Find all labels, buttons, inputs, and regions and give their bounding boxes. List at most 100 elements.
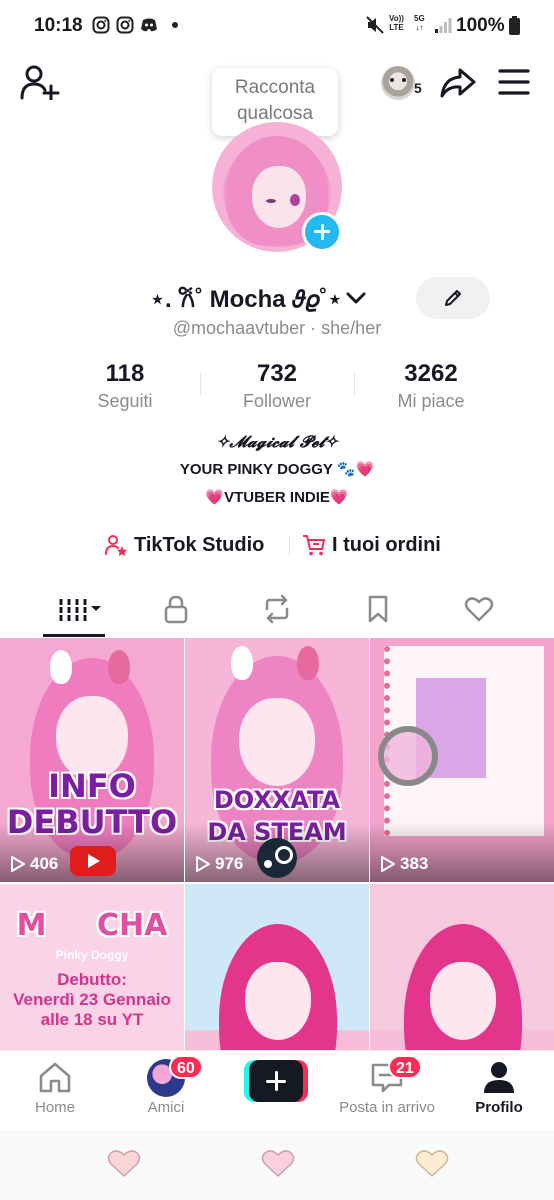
heart-icon[interactable] (414, 1147, 450, 1179)
play-icon (11, 856, 25, 872)
profile-viewers-count: 5 (414, 80, 422, 96)
username-handle: @mochaavtuber (172, 318, 306, 338)
lock-icon (164, 595, 188, 624)
display-name: ⋆. 𐙚˚ Mocha 𝜗𝜚˚⋆ (150, 285, 343, 313)
steam-icon (257, 838, 297, 878)
video-subtitle: Pinky Doggy (55, 948, 129, 962)
video-thumbnail[interactable]: M CHA Pinky Doggy Debutto: Venerdì 23 Ge… (0, 884, 184, 1050)
youtube-icon (70, 846, 116, 876)
discord-icon (141, 18, 157, 32)
nav-profile-label: Profilo (475, 1099, 523, 1116)
character-face (245, 962, 311, 1040)
avatar-eye (290, 194, 300, 206)
character-ear (297, 646, 319, 680)
heart-icon[interactable] (106, 1147, 142, 1179)
video-thumbnail[interactable]: DOXXATADA STEAM 976 (185, 638, 369, 882)
tab-private[interactable] (143, 584, 207, 636)
nav-profile[interactable]: Profilo (454, 1059, 544, 1116)
system-navigation-bar (0, 1130, 554, 1200)
heart-icon[interactable] (260, 1147, 296, 1179)
story-prompt-line1: Racconta (234, 77, 316, 98)
profile-icon (484, 1062, 514, 1093)
stat-divider (354, 373, 355, 395)
thumbnail-art (370, 884, 554, 1050)
plus-icon (249, 1060, 303, 1102)
profile-stats: 118 Seguiti 732 Follower 3262 Mi piace (50, 359, 510, 415)
character-ear (231, 646, 253, 680)
create-button[interactable] (244, 1060, 308, 1102)
stat-likes[interactable]: 3262 Mi piace (356, 359, 506, 413)
links-divider (289, 536, 290, 556)
avatar-eye-wink (266, 199, 276, 203)
stat-followers[interactable]: 732 Follower (202, 359, 352, 413)
bio-line-3: 💗VTUBER INDIE💗 (205, 489, 349, 506)
view-count: 406 (8, 854, 58, 874)
character-face (239, 698, 315, 786)
bio-line-1: ✧𝓜𝓪𝓰𝓲𝓬𝓪𝓵 𝓟𝓮𝓽✧ (215, 432, 338, 451)
character-face (430, 962, 496, 1040)
stat-followers-value: 732 (256, 360, 298, 387)
tiktok-studio-label: TikTok Studio (134, 533, 265, 556)
orders-link[interactable]: I tuoi ordini (302, 530, 441, 560)
profile-bio: ✧𝓜𝓪𝓰𝓲𝓬𝓪𝓵 𝓟𝓮𝓽✧ YOUR PINKY DOGGY 🐾💗 💗VTUBE… (0, 428, 554, 512)
edit-profile-button[interactable] (416, 277, 490, 319)
stat-following-value: 118 (105, 360, 145, 387)
share-icon[interactable] (440, 64, 476, 100)
tab-favorites[interactable] (345, 584, 409, 636)
stat-following-label: Seguiti (97, 391, 153, 411)
tab-videos[interactable] (42, 584, 108, 636)
nav-inbox[interactable]: Posta in arrivo 21 (332, 1055, 442, 1116)
grid-videos-icon (59, 599, 101, 621)
menu-icon[interactable] (497, 66, 531, 98)
network-volte: Vo)) LTE (389, 14, 404, 32)
profile-tabs (0, 584, 554, 638)
signal-icon (435, 18, 452, 33)
play-icon (381, 856, 395, 872)
view-count: 976 (193, 854, 243, 874)
nav-home-label: Home (34, 1099, 75, 1116)
display-name-row[interactable]: ⋆. 𐙚˚ Mocha 𝜗𝜚˚⋆ (150, 280, 366, 316)
add-story-plus-button[interactable] (302, 212, 342, 252)
profile-viewers-avatar[interactable] (381, 66, 415, 100)
video-thumbnail[interactable]: INFODEBUTTO 406 (0, 638, 184, 882)
instagram-icon (116, 16, 134, 34)
character-ear (108, 650, 130, 684)
stat-following[interactable]: 118 Seguiti (50, 359, 200, 413)
nav-home[interactable]: Home (10, 1059, 100, 1116)
video-thumbnail[interactable]: 383 (370, 638, 554, 882)
thumbnail-art (185, 884, 369, 1050)
cart-icon (303, 535, 325, 556)
creator-studio-icon (105, 535, 127, 556)
pencil-icon (445, 290, 461, 306)
video-thumbnail[interactable] (370, 884, 554, 1050)
pronouns: she/her (321, 318, 382, 338)
tab-liked[interactable] (446, 584, 510, 636)
video-debut-info: Debutto: Venerdì 23 Gennaio alle 18 su Y… (13, 970, 171, 1029)
stat-followers-label: Follower (242, 391, 312, 411)
nav-friends-label: Amici (147, 1099, 185, 1116)
profile-links: TikTok Studio I tuoi ordini (0, 530, 554, 560)
battery-icon (509, 16, 520, 35)
bio-line-2: YOUR PINKY DOGGY 🐾💗 (179, 461, 375, 478)
repost-icon (265, 594, 289, 624)
view-count: 383 (378, 854, 428, 874)
status-time: 10:18 (34, 15, 83, 36)
nav-friends[interactable]: Amici 60 (121, 1055, 211, 1116)
orders-label: I tuoi ordini (332, 533, 441, 556)
magnifier-glass (378, 726, 438, 786)
video-thumbnail[interactable] (185, 884, 369, 1050)
tiktok-studio-link[interactable]: TikTok Studio (104, 530, 264, 560)
friends-badge: 60 (169, 1055, 203, 1079)
heart-icon (464, 597, 494, 622)
video-caption: M CHA (16, 908, 168, 943)
inbox-badge: 21 (388, 1055, 422, 1079)
tab-reposts[interactable] (244, 584, 308, 636)
add-friend-icon[interactable] (20, 64, 60, 100)
battery-level: 100% (456, 15, 505, 36)
chevron-down-icon[interactable] (346, 291, 366, 305)
status-more-dot (172, 22, 178, 28)
network-5g: 5G ↓↑ (414, 14, 425, 32)
nav-inbox-label: Posta in arrivo (339, 1099, 435, 1116)
play-icon (196, 856, 210, 872)
bookmark-icon (368, 595, 388, 623)
